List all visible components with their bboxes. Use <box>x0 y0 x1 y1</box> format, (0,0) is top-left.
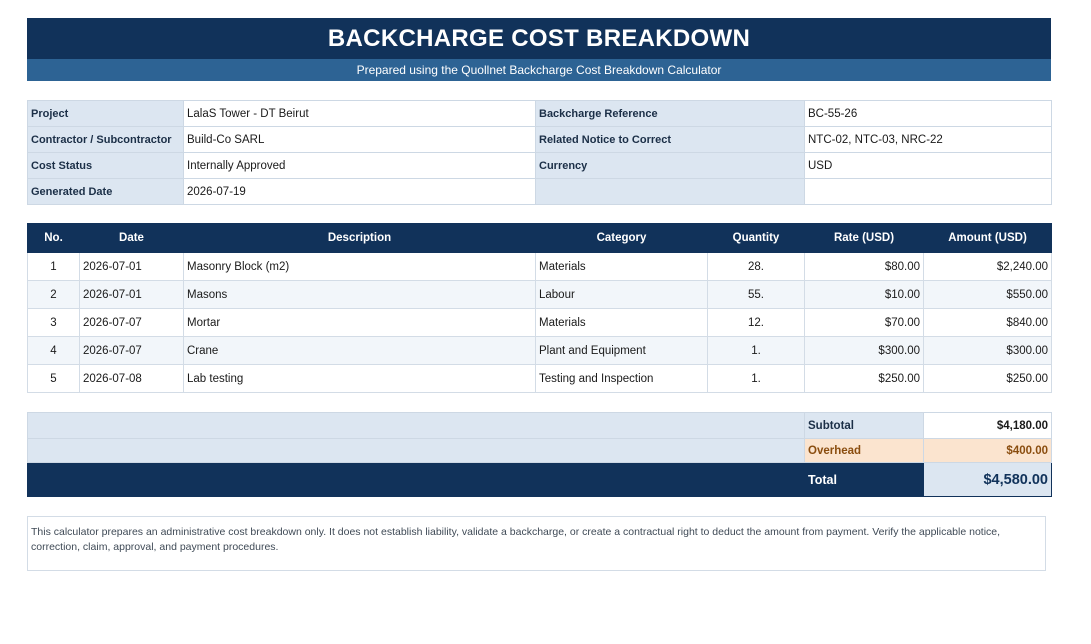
contractor-value[interactable]: Build-Co SARL <box>183 126 536 153</box>
cell-date[interactable]: 2026-07-08 <box>79 364 184 393</box>
col-header-quantity: Quantity <box>707 223 805 253</box>
col-header-amount: Amount (USD) <box>923 223 1052 253</box>
empty-value-cell[interactable] <box>804 178 1052 205</box>
empty-label-cell <box>535 178 805 205</box>
generated-label: Generated Date <box>27 178 184 205</box>
cell-quantity[interactable]: 55. <box>707 280 805 309</box>
cell-quantity[interactable]: 1. <box>707 336 805 365</box>
cell-date[interactable]: 2026-07-07 <box>79 308 184 337</box>
overhead-row: Overhead $400.00 <box>27 438 1052 463</box>
cell-no[interactable]: 2 <box>27 280 80 309</box>
cell-no[interactable]: 3 <box>27 308 80 337</box>
cell-description[interactable]: Crane <box>183 336 536 365</box>
generated-value[interactable]: 2026-07-19 <box>183 178 536 205</box>
cell-quantity[interactable]: 1. <box>707 364 805 393</box>
cell-no[interactable]: 4 <box>27 336 80 365</box>
table-row: 4 2026-07-07 Crane Plant and Equipment 1… <box>27 336 1052 365</box>
cell-quantity[interactable]: 12. <box>707 308 805 337</box>
info-row: Project LalaS Tower - DT Beirut Backchar… <box>27 100 1052 127</box>
overhead-value[interactable]: $400.00 <box>923 438 1052 463</box>
overhead-label: Overhead <box>804 438 924 463</box>
col-header-date: Date <box>79 223 184 253</box>
table-row: 5 2026-07-08 Lab testing Testing and Ins… <box>27 364 1052 393</box>
cell-category[interactable]: Materials <box>535 252 708 281</box>
cell-rate[interactable]: $80.00 <box>804 252 924 281</box>
reference-value[interactable]: BC-55-26 <box>804 100 1052 127</box>
contractor-label: Contractor / Subcontractor <box>27 126 184 153</box>
total-label: Total <box>804 462 924 497</box>
notice-value[interactable]: NTC-02, NTC-03, NRC-22 <box>804 126 1052 153</box>
report-header: BACKCHARGE COST BREAKDOWN Prepared using… <box>27 18 1051 81</box>
table-row: 1 2026-07-01 Masonry Block (m2) Material… <box>27 252 1052 281</box>
col-header-no: No. <box>27 223 80 253</box>
cell-date[interactable]: 2026-07-01 <box>79 252 184 281</box>
cell-no[interactable]: 5 <box>27 364 80 393</box>
total-row: Total $4,580.00 <box>27 462 1052 497</box>
table-header-row: No. Date Description Category Quantity R… <box>27 223 1052 253</box>
cell-rate[interactable]: $70.00 <box>804 308 924 337</box>
cell-description[interactable]: Masons <box>183 280 536 309</box>
cell-amount[interactable]: $840.00 <box>923 308 1052 337</box>
cell-category[interactable]: Testing and Inspection <box>535 364 708 393</box>
currency-value[interactable]: USD <box>804 152 1052 179</box>
totals-spacer <box>27 438 805 463</box>
cell-rate[interactable]: $10.00 <box>804 280 924 309</box>
info-row: Generated Date 2026-07-19 <box>27 178 1052 205</box>
col-header-category: Category <box>535 223 708 253</box>
notice-label: Related Notice to Correct <box>535 126 805 153</box>
col-header-rate: Rate (USD) <box>804 223 924 253</box>
cell-category[interactable]: Labour <box>535 280 708 309</box>
currency-label: Currency <box>535 152 805 179</box>
cell-quantity[interactable]: 28. <box>707 252 805 281</box>
status-value[interactable]: Internally Approved <box>183 152 536 179</box>
info-row: Contractor / Subcontractor Build-Co SARL… <box>27 126 1052 153</box>
totals-table: Subtotal $4,180.00 Overhead $400.00 Tota… <box>27 412 1052 497</box>
cell-description[interactable]: Mortar <box>183 308 536 337</box>
cell-description[interactable]: Lab testing <box>183 364 536 393</box>
table-row: 3 2026-07-07 Mortar Materials 12. $70.00… <box>27 308 1052 337</box>
cell-category[interactable]: Materials <box>535 308 708 337</box>
subtotal-value[interactable]: $4,180.00 <box>923 412 1052 439</box>
cell-amount[interactable]: $300.00 <box>923 336 1052 365</box>
cell-category[interactable]: Plant and Equipment <box>535 336 708 365</box>
cell-amount[interactable]: $2,240.00 <box>923 252 1052 281</box>
info-row: Cost Status Internally Approved Currency… <box>27 152 1052 179</box>
cell-date[interactable]: 2026-07-07 <box>79 336 184 365</box>
subtotal-label: Subtotal <box>804 412 924 439</box>
cell-amount[interactable]: $550.00 <box>923 280 1052 309</box>
page-subtitle: Prepared using the Quollnet Backcharge C… <box>27 59 1051 81</box>
line-items-table: No. Date Description Category Quantity R… <box>27 223 1052 393</box>
disclaimer-note: This calculator prepares an administrati… <box>27 516 1046 571</box>
totals-spacer <box>27 462 805 497</box>
cell-no[interactable]: 1 <box>27 252 80 281</box>
subtotal-row: Subtotal $4,180.00 <box>27 412 1052 439</box>
cell-amount[interactable]: $250.00 <box>923 364 1052 393</box>
project-label: Project <box>27 100 184 127</box>
total-value[interactable]: $4,580.00 <box>923 462 1052 497</box>
cell-date[interactable]: 2026-07-01 <box>79 280 184 309</box>
page-title: BACKCHARGE COST BREAKDOWN <box>27 18 1051 59</box>
reference-label: Backcharge Reference <box>535 100 805 127</box>
cell-rate[interactable]: $300.00 <box>804 336 924 365</box>
table-row: 2 2026-07-01 Masons Labour 55. $10.00 $5… <box>27 280 1052 309</box>
col-header-description: Description <box>183 223 536 253</box>
totals-spacer <box>27 412 805 439</box>
project-value[interactable]: LalaS Tower - DT Beirut <box>183 100 536 127</box>
status-label: Cost Status <box>27 152 184 179</box>
cell-description[interactable]: Masonry Block (m2) <box>183 252 536 281</box>
cell-rate[interactable]: $250.00 <box>804 364 924 393</box>
project-info-table: Project LalaS Tower - DT Beirut Backchar… <box>27 100 1052 205</box>
